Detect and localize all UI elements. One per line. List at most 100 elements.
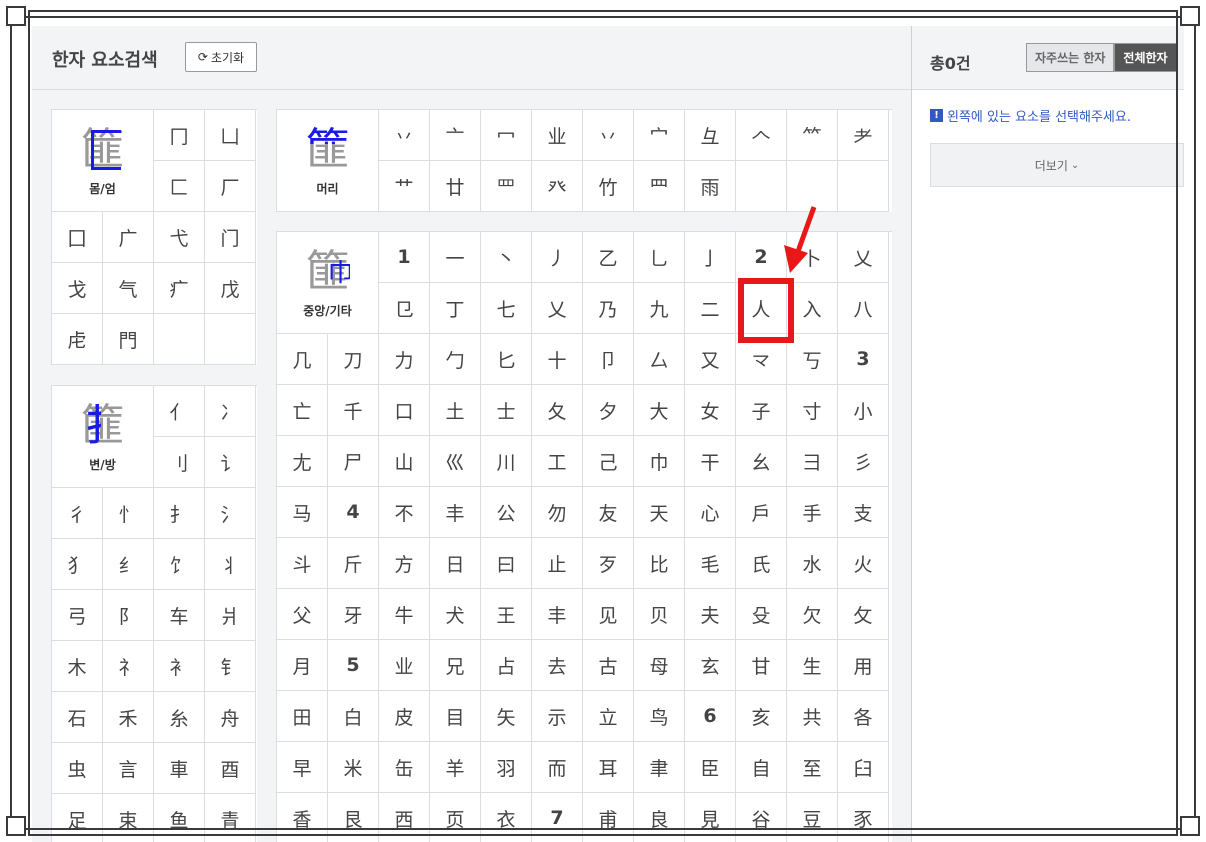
radical-cell[interactable]: 小 (838, 385, 889, 436)
radical-cell[interactable]: 一 (430, 232, 481, 283)
radical-cell[interactable]: 皮 (379, 691, 430, 742)
radical-cell[interactable]: 疒 (154, 263, 205, 314)
radical-cell[interactable]: 攵 (838, 589, 889, 640)
radical-cell[interactable]: 言 (103, 743, 154, 794)
radical-cell[interactable]: 良 (634, 793, 685, 842)
radical-cell[interactable]: 雨 (685, 161, 736, 212)
radical-cell[interactable]: 纟 (103, 539, 154, 590)
radical-cell[interactable]: 犭 (52, 539, 103, 590)
radical-cell[interactable]: 干 (685, 436, 736, 487)
radical-cell[interactable]: 勿 (532, 487, 583, 538)
radical-cell[interactable]: 八 (838, 283, 889, 334)
radical-cell[interactable]: 彳 (52, 488, 103, 539)
radical-cell[interactable]: 冫 (205, 386, 256, 437)
radical-cell[interactable]: 亡 (277, 385, 328, 436)
radical-cell[interactable]: 谷 (736, 793, 787, 842)
radical-cell[interactable]: 香 (277, 793, 328, 842)
radical-cell[interactable]: 石 (52, 692, 103, 743)
radical-cell[interactable]: 工 (532, 436, 583, 487)
radical-cell[interactable]: 九 (634, 283, 685, 334)
radical-cell[interactable]: 刀 (328, 334, 379, 385)
radical-cell[interactable]: 夕 (583, 385, 634, 436)
radical-cell[interactable]: 丷 (379, 110, 430, 161)
radical-cell[interactable]: 亥 (736, 691, 787, 742)
radical-cell[interactable]: 臼 (838, 742, 889, 793)
radical-cell[interactable]: 扌 (154, 488, 205, 539)
radical-cell[interactable]: 見 (685, 793, 736, 842)
radical-cell[interactable]: 乚 (634, 232, 685, 283)
radical-cell[interactable]: 衣 (481, 793, 532, 842)
radical-cell[interactable]: 禾 (103, 692, 154, 743)
radical-cell[interactable]: 囗 (52, 212, 103, 263)
radical-cell[interactable]: 共 (787, 691, 838, 742)
radical-cell[interactable]: 子 (736, 385, 787, 436)
radical-cell[interactable]: 青 (205, 794, 256, 842)
radical-cell[interactable]: 亠 (430, 110, 481, 161)
radical-cell[interactable]: 丁 (430, 283, 481, 334)
radical-cell[interactable]: 饣 (154, 539, 205, 590)
radical-cell[interactable]: 癶 (532, 161, 583, 212)
radical-cell[interactable]: 七 (481, 283, 532, 334)
radical-cell[interactable]: 竹 (583, 161, 634, 212)
radical-cell[interactable]: 欠 (787, 589, 838, 640)
radical-cell[interactable]: 卩 (583, 334, 634, 385)
radical-cell[interactable]: 田 (277, 691, 328, 742)
radical-cell[interactable]: 丰 (532, 589, 583, 640)
radical-cell[interactable]: 业 (532, 110, 583, 161)
radical-cell[interactable]: 力 (379, 334, 430, 385)
radical-cell[interactable]: 支 (838, 487, 889, 538)
radical-cell[interactable]: 二 (685, 283, 736, 334)
radical-cell[interactable]: 丂 (787, 334, 838, 385)
radical-cell[interactable]: 止 (532, 538, 583, 589)
radical-cell[interactable]: 殳 (736, 589, 787, 640)
radical-cell[interactable]: 木 (52, 641, 103, 692)
radical-cell[interactable]: 凵 (205, 110, 256, 161)
radical-cell[interactable]: 友 (583, 487, 634, 538)
radical-cell[interactable]: 牙 (328, 589, 379, 640)
radical-cell[interactable]: 心 (685, 487, 736, 538)
radical-cell[interactable]: 幺 (736, 436, 787, 487)
radical-cell[interactable]: 亻 (154, 386, 205, 437)
radical-cell[interactable]: 示 (532, 691, 583, 742)
radical-cell[interactable]: 业 (379, 640, 430, 691)
radical-cell[interactable]: 己 (583, 436, 634, 487)
radical-cell[interactable]: 公 (481, 487, 532, 538)
radical-cell[interactable]: 鸟 (634, 691, 685, 742)
radical-cell[interactable]: 火 (838, 538, 889, 589)
radical-cell[interactable]: 勹 (430, 334, 481, 385)
radical-cell[interactable]: 钅 (205, 641, 256, 692)
radical-cell[interactable]: 羽 (481, 742, 532, 793)
radical-cell[interactable]: 广 (103, 212, 154, 263)
radical-cell[interactable]: 丰 (430, 487, 481, 538)
radical-cell[interactable]: 礻 (103, 641, 154, 692)
radical-cell[interactable]: 匚 (154, 161, 205, 212)
radical-cell[interactable]: 西 (379, 793, 430, 842)
tab-all-hanja[interactable]: 전체한자 (1114, 43, 1177, 72)
reset-button[interactable]: ⟳ 초기화 (185, 42, 257, 72)
radical-cell[interactable]: 丷 (583, 110, 634, 161)
radical-cell[interactable]: 糸 (154, 692, 205, 743)
radical-cell[interactable]: 士 (481, 385, 532, 436)
radical-cell[interactable]: 耳 (583, 742, 634, 793)
radical-cell[interactable]: 曰 (481, 538, 532, 589)
radical-cell[interactable]: 夂 (532, 385, 583, 436)
radical-cell[interactable]: 见 (583, 589, 634, 640)
radical-cell[interactable]: 乂 (838, 232, 889, 283)
radical-cell[interactable]: 彡 (838, 436, 889, 487)
radical-cell[interactable]: 气 (103, 263, 154, 314)
radical-cell[interactable]: 王 (481, 589, 532, 640)
radical-cell[interactable]: 玄 (685, 640, 736, 691)
radical-cell[interactable]: 用 (838, 640, 889, 691)
radical-cell[interactable]: 廿 (430, 161, 481, 212)
radical-cell[interactable]: 兄 (430, 640, 481, 691)
radical-cell[interactable]: 川 (481, 436, 532, 487)
radical-cell[interactable]: 罒 (481, 161, 532, 212)
radical-cell[interactable]: 牛 (379, 589, 430, 640)
radical-cell[interactable]: 丬 (205, 539, 256, 590)
radical-cell[interactable]: 犬 (430, 589, 481, 640)
radical-cell[interactable]: 入 (787, 283, 838, 334)
radical-cell[interactable]: 斗 (277, 538, 328, 589)
radical-cell[interactable]: 㔾 (379, 283, 430, 334)
radical-cell[interactable]: 十 (532, 334, 583, 385)
radical-cell[interactable]: 酉 (205, 743, 256, 794)
